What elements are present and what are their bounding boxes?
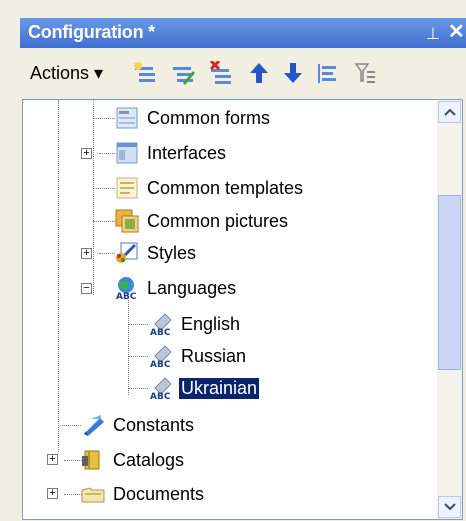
tree-item-documents[interactable]: Documents [81,479,206,509]
tree-item-languages[interactable]: ABC Languages [115,273,238,303]
tree-item-label: English [181,313,241,334]
pin-icon[interactable]: ⊥ [426,23,440,47]
tree-item-english[interactable]: ABC English [149,309,242,339]
add-item-icon[interactable] [132,59,158,87]
template-icon [115,176,139,200]
vertical-scrollbar[interactable] [437,100,462,519]
window-title: Configuration * [28,22,155,42]
styles-icon [115,241,139,265]
move-up-icon[interactable] [246,59,272,87]
expand-toggle-interfaces[interactable]: + [81,148,92,159]
toolbar: Actions ▾ [20,53,466,95]
svg-text:ABC: ABC [150,328,171,336]
tree-item-common-forms[interactable]: Common forms [115,103,272,133]
tree-item-label: Interfaces [147,142,227,163]
expand-toggle-documents[interactable]: + [47,488,58,499]
edit-item-icon[interactable] [170,59,196,87]
close-icon[interactable]: ✕ [448,20,465,44]
configuration-tree-panel: + + − + + Common forms Interfaces Common… [22,99,463,520]
move-down-icon[interactable] [280,59,306,87]
languages-icon: ABC [115,276,139,302]
svg-text:ABC: ABC [150,360,171,368]
expand-toggle-catalogs[interactable]: + [47,454,58,465]
documents-icon [81,482,105,506]
svg-text:ABC: ABC [150,392,171,400]
tree-item-label: Documents [113,483,205,504]
collapse-toggle-languages[interactable]: − [81,283,92,294]
form-icon [115,106,139,130]
tree-item-label: Languages [147,277,237,298]
filter-icon[interactable] [352,59,378,87]
tree-item-label: Russian [181,345,247,366]
tree-item-constants[interactable]: Constants [81,410,196,440]
scroll-up-button[interactable] [438,101,461,123]
interface-icon [115,141,139,165]
tree-item-interfaces[interactable]: Interfaces [115,138,228,168]
tree-item-common-pictures[interactable]: Common pictures [115,206,290,236]
configuration-window: Configuration * ⊥ ✕ Actions ▾ + + − + + … [0,0,466,521]
tree-item-russian[interactable]: ABC Russian [149,341,248,371]
tree-item-label: Constants [113,414,195,435]
scroll-down-button[interactable] [438,496,461,518]
expand-toggle-styles[interactable]: + [81,248,92,259]
tree-item-label: Common pictures [147,210,289,231]
tree-item-common-templates[interactable]: Common templates [115,173,305,203]
scrollbar-thumb[interactable] [438,195,461,370]
language-icon: ABC [149,312,173,338]
language-icon: ABC [149,376,173,402]
tree-item-ukrainian[interactable]: ABC Ukrainian [149,373,261,403]
delete-item-icon[interactable] [208,59,234,87]
tree-item-label: Styles [147,242,197,263]
tree-item-label: Common forms [147,107,271,128]
catalogs-icon [81,448,105,472]
title-bar: Configuration * ⊥ ✕ [20,18,466,48]
constants-icon [81,413,105,437]
sort-icon[interactable] [314,59,340,87]
tree-item-label: Ukrainian [177,376,261,400]
tree-item-label: Catalogs [113,449,185,470]
language-icon: ABC [149,344,173,370]
tree-item-label: Common templates [147,177,304,198]
tree-item-styles[interactable]: Styles [115,238,198,268]
svg-text:ABC: ABC [116,292,137,300]
actions-menu-button[interactable]: Actions ▾ [30,63,103,84]
configuration-tree: + + − + + Common forms Interfaces Common… [23,100,437,519]
tree-item-catalogs[interactable]: Catalogs [81,445,186,475]
picture-icon [115,209,139,233]
